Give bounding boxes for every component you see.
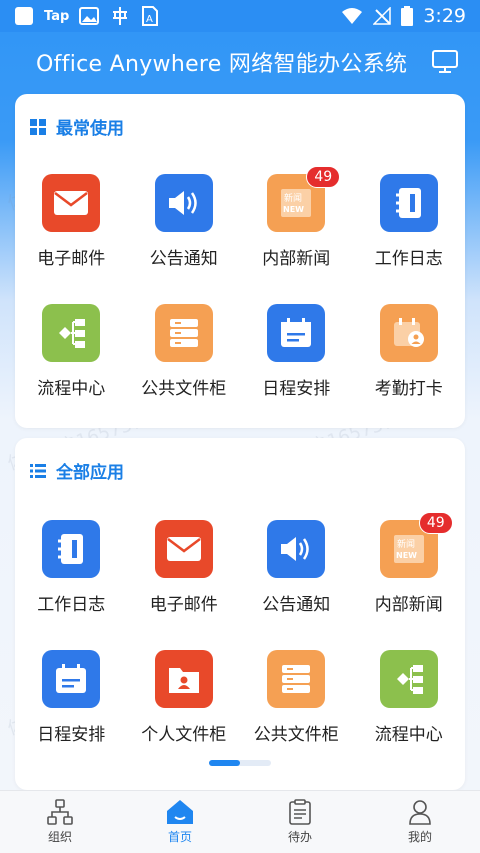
svg-text:新闻: 新闻 [397,538,415,550]
app-work-log[interactable]: 工作日志 [15,520,128,650]
tab-organization[interactable]: 组织 [0,791,120,853]
app-announcement[interactable]: 公告通知 [128,174,241,304]
news-count-badge: 49 [306,166,341,188]
app-label: 个人文件柜 [141,725,227,745]
frequent-apps-title: 最常使用 [56,119,124,139]
tab-todo[interactable]: 待办 [240,791,360,853]
app-schedule[interactable]: 日程安排 [15,650,128,780]
app-work-log[interactable]: 工作日志 [353,174,466,304]
battery-icon [401,6,414,26]
mail-icon [154,520,213,578]
app-label: 公共文件柜 [253,725,339,745]
frequent-apps-card: 最常使用 电子邮件 公告通知 新闻 NEW 49 内部新闻 工作日志 流程中心 … [15,94,465,428]
cabinet-icon [267,650,326,708]
app-label: 电子邮件 [149,595,218,615]
app-label: 日程安排 [262,379,331,399]
page-indicator-active [209,760,240,766]
notebook-icon [42,520,101,578]
svg-text:新闻: 新闻 [284,192,302,204]
app-title: Office Anywhere 网络智能办公系统 [36,52,408,77]
home-icon [167,800,193,824]
svg-text:A: A [146,14,153,25]
svg-text:NEW: NEW [396,551,417,560]
monitor-button[interactable] [430,47,460,77]
app-schedule[interactable]: 日程安排 [240,304,353,434]
notebook-icon [379,174,438,232]
document-a-icon: A [141,6,159,26]
app-label: 公告通知 [149,249,218,269]
app-label: 工作日志 [374,249,443,269]
grid-icon [30,118,46,135]
attendance-icon [379,304,438,362]
frequent-apps-header: 最常使用 [30,114,124,139]
tap-notification-label: Tap [44,8,70,24]
clipboard-icon [289,799,311,825]
no-signal-icon [373,7,392,25]
cabinet-icon [154,304,213,362]
image-icon [79,7,100,25]
tab-label: 我的 [407,830,432,844]
speaker-icon [267,520,326,578]
flow-icon [379,650,438,708]
user-icon [409,800,431,825]
app-label: 日程安排 [37,725,106,745]
app-notification-icon [109,5,131,27]
news-icon: 新闻 NEW 49 [267,166,341,232]
frequent-apps-grid: 电子邮件 公告通知 新闻 NEW 49 内部新闻 工作日志 流程中心 公共文件柜… [15,166,466,434]
news-count-badge: 49 [418,512,453,534]
app-label: 电子邮件 [37,249,106,269]
app-label: 流程中心 [374,725,443,745]
notification-square-icon [14,6,34,26]
app-internal-news[interactable]: 新闻 NEW 49 内部新闻 [240,166,353,304]
tab-label: 组织 [47,830,72,844]
app-email[interactable]: 电子邮件 [15,174,128,304]
svg-text:NEW: NEW [283,205,304,214]
app-label: 考勤打卡 [374,379,443,399]
list-icon [30,463,46,478]
monitor-icon [432,50,458,73]
tab-label: 待办 [287,830,312,844]
app-process-center[interactable]: 流程中心 [15,304,128,434]
app-email[interactable]: 电子邮件 [128,520,241,650]
all-apps-card: 全部应用 工作日志 电子邮件 公告通知 新闻 NEW 49 内部新闻 日程安排 … [15,438,465,790]
org-chart-icon [47,799,73,825]
app-attendance[interactable]: 考勤打卡 [353,304,466,434]
tab-label: 首页 [167,830,192,844]
status-bar: Tap A 3:29 [0,0,480,32]
mail-icon [42,174,101,232]
bottom-tab-bar: 组织 首页 待办 我的 [0,790,480,853]
calendar-icon [267,304,326,362]
tab-mine[interactable]: 我的 [360,791,480,853]
app-process-center[interactable]: 流程中心 [353,650,466,780]
app-public-cabinet[interactable]: 公共文件柜 [128,304,241,434]
app-label: 内部新闻 [262,249,331,269]
app-label: 公共文件柜 [141,379,227,399]
app-label: 内部新闻 [374,595,443,615]
clock-time: 3:29 [423,5,466,27]
app-internal-news[interactable]: 新闻 NEW 49 内部新闻 [353,512,466,650]
app-label: 公告通知 [262,595,331,615]
speaker-icon [154,174,213,232]
wifi-icon [341,7,363,25]
personal-folder-icon [154,650,213,708]
all-apps-grid: 工作日志 电子邮件 公告通知 新闻 NEW 49 内部新闻 日程安排 个人文件柜… [15,512,466,780]
all-apps-header: 全部应用 [30,458,124,483]
page-indicator[interactable] [209,760,271,766]
all-apps-title: 全部应用 [56,463,124,483]
tab-home[interactable]: 首页 [120,791,240,853]
app-announcement[interactable]: 公告通知 [240,520,353,650]
news-icon: 新闻 NEW 49 [379,512,453,578]
app-label: 流程中心 [37,379,106,399]
flow-icon [42,304,101,362]
calendar-icon [42,650,101,708]
app-header: Office Anywhere 网络智能办公系统 [0,32,480,92]
app-label: 工作日志 [37,595,106,615]
